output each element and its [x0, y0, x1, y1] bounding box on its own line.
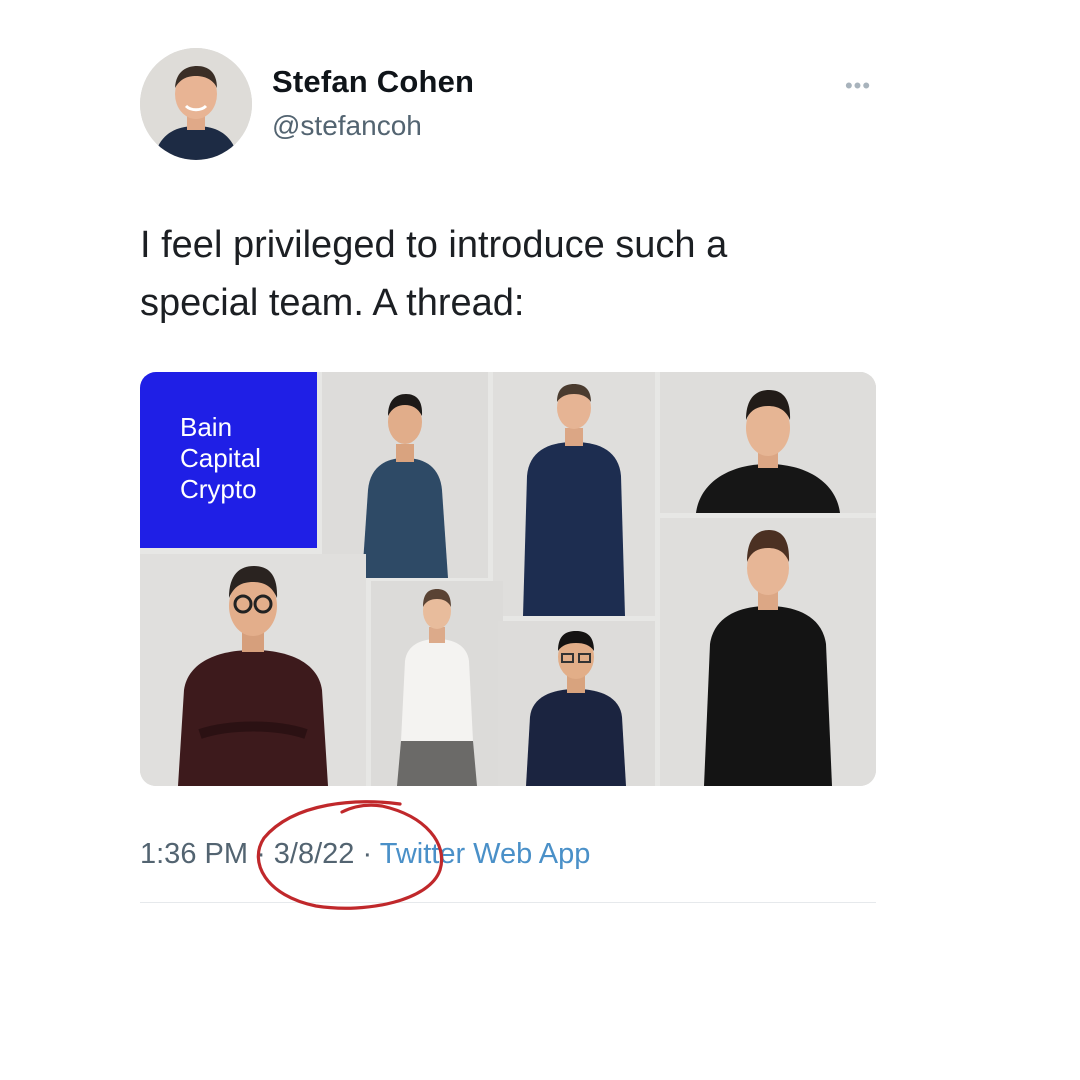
avatar-photo — [140, 48, 252, 160]
team-photo[interactable] — [371, 581, 503, 786]
separator: · — [256, 838, 266, 870]
tweet-source-link[interactable]: Twitter Web App — [380, 838, 591, 870]
team-photo[interactable] — [498, 621, 655, 786]
logo-text: Bain Capital Crypto — [180, 412, 261, 505]
user-handle[interactable]: @stefancoh — [272, 110, 422, 142]
display-name[interactable]: Stefan Cohen — [272, 64, 474, 100]
team-photo[interactable] — [322, 372, 488, 578]
logo-line: Capital — [180, 443, 261, 473]
team-photo[interactable] — [140, 554, 366, 786]
media-grid[interactable]: Bain Capital Crypto — [140, 372, 876, 786]
logo-line: Bain — [180, 412, 233, 442]
more-horizontal-icon: ••• — [844, 73, 872, 98]
logo-line: Crypto — [180, 474, 257, 504]
person-photo — [660, 372, 876, 513]
tweet-date[interactable]: 3/8/22 — [274, 838, 355, 870]
avatar[interactable] — [140, 48, 252, 160]
team-photo[interactable] — [493, 372, 655, 616]
person-photo — [493, 372, 655, 616]
tweet-text: I feel privileged to introduce such a sp… — [140, 224, 728, 324]
person-photo — [322, 372, 488, 578]
person-photo — [498, 621, 655, 786]
tweet: Stefan Cohen @stefancoh ••• I feel privi… — [0, 0, 1080, 1080]
team-photo[interactable] — [660, 518, 876, 786]
tweet-time[interactable]: 1:36 PM — [140, 838, 248, 870]
person-photo — [660, 518, 876, 786]
person-photo — [371, 581, 503, 786]
person-photo — [140, 554, 366, 786]
tweet-metadata: 1:36 PM · 3/8/22 · Twitter Web App — [140, 838, 590, 871]
team-photo[interactable] — [660, 372, 876, 513]
divider — [140, 902, 876, 903]
bain-capital-crypto-logo: Bain Capital Crypto — [140, 372, 317, 548]
separator: · — [362, 838, 373, 870]
more-options-button[interactable]: ••• — [836, 72, 880, 100]
